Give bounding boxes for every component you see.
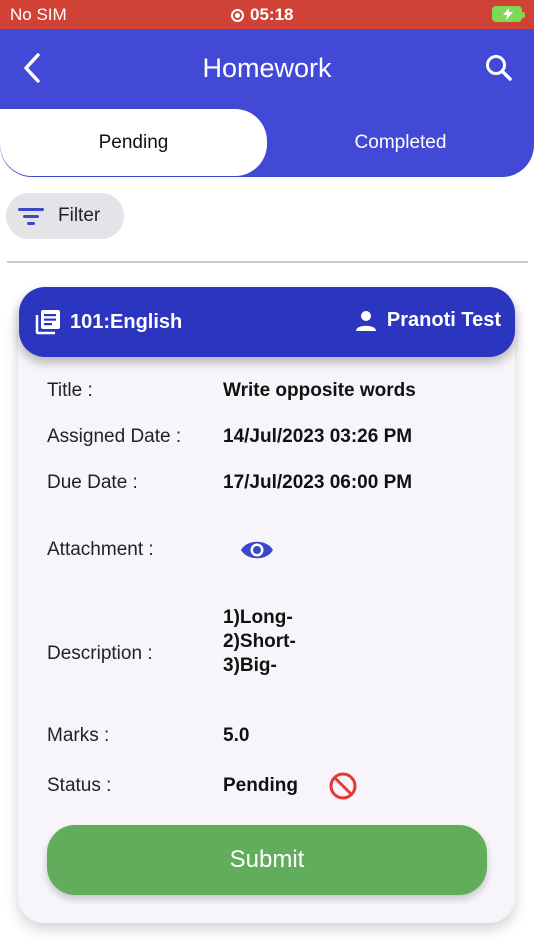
view-attachment-button[interactable] bbox=[240, 537, 274, 563]
filter-icon bbox=[18, 208, 44, 225]
filter-label: Filter bbox=[58, 205, 101, 226]
clock-time: 05:18 bbox=[250, 5, 294, 24]
carrier-label: No SIM bbox=[10, 5, 67, 24]
app-bar: Homework Pending Completed bbox=[0, 29, 534, 177]
tab-completed[interactable]: Completed bbox=[267, 109, 534, 176]
search-icon bbox=[486, 55, 512, 81]
clock: 05:18 bbox=[231, 5, 293, 25]
tab-pending[interactable]: Pending bbox=[0, 109, 267, 176]
due-date-label: Due Date : bbox=[47, 472, 138, 493]
assigned-date-label: Assigned Date : bbox=[47, 426, 182, 447]
subject-info: 101:English bbox=[35, 309, 182, 335]
status-label: Status : bbox=[47, 775, 112, 796]
due-date-value: 17/Jul/2023 06:00 PM bbox=[223, 472, 413, 493]
submit-button[interactable]: Submit bbox=[47, 825, 487, 895]
subject-label: 101:English bbox=[70, 310, 183, 333]
search-button[interactable] bbox=[484, 53, 514, 83]
teacher-info: Pranoti Test bbox=[355, 309, 501, 332]
battery-icon bbox=[492, 6, 525, 22]
filter-button[interactable]: Filter bbox=[6, 193, 124, 239]
title-value: Write opposite words bbox=[223, 380, 416, 401]
attachment-label: Attachment : bbox=[47, 539, 154, 560]
description-value: 1)Long- 2)Short- 3)Big- bbox=[223, 606, 296, 678]
card-header: 101:English Pranoti Test bbox=[19, 287, 515, 357]
description-line: 3)Big- bbox=[223, 655, 277, 676]
divider bbox=[7, 261, 528, 263]
marks-label: Marks : bbox=[47, 725, 110, 746]
assigned-date-value: 14/Jul/2023 03:26 PM bbox=[223, 426, 413, 447]
description-line: 1)Long- bbox=[223, 607, 293, 628]
block-icon bbox=[329, 772, 357, 800]
teacher-name: Pranoti Test bbox=[386, 309, 501, 331]
status-value: Pending bbox=[223, 775, 298, 796]
description-line: 2)Short- bbox=[223, 631, 296, 652]
eye-icon bbox=[241, 541, 273, 559]
library-books-icon bbox=[35, 310, 60, 335]
marks-value: 5.0 bbox=[223, 725, 250, 746]
status-bar: No SIM 05:18 bbox=[0, 0, 534, 29]
page-title: Homework bbox=[202, 53, 332, 83]
alarm-icon bbox=[231, 8, 244, 22]
title-label: Title : bbox=[47, 380, 93, 401]
description-label: Description : bbox=[47, 643, 153, 664]
person-icon bbox=[355, 310, 376, 331]
